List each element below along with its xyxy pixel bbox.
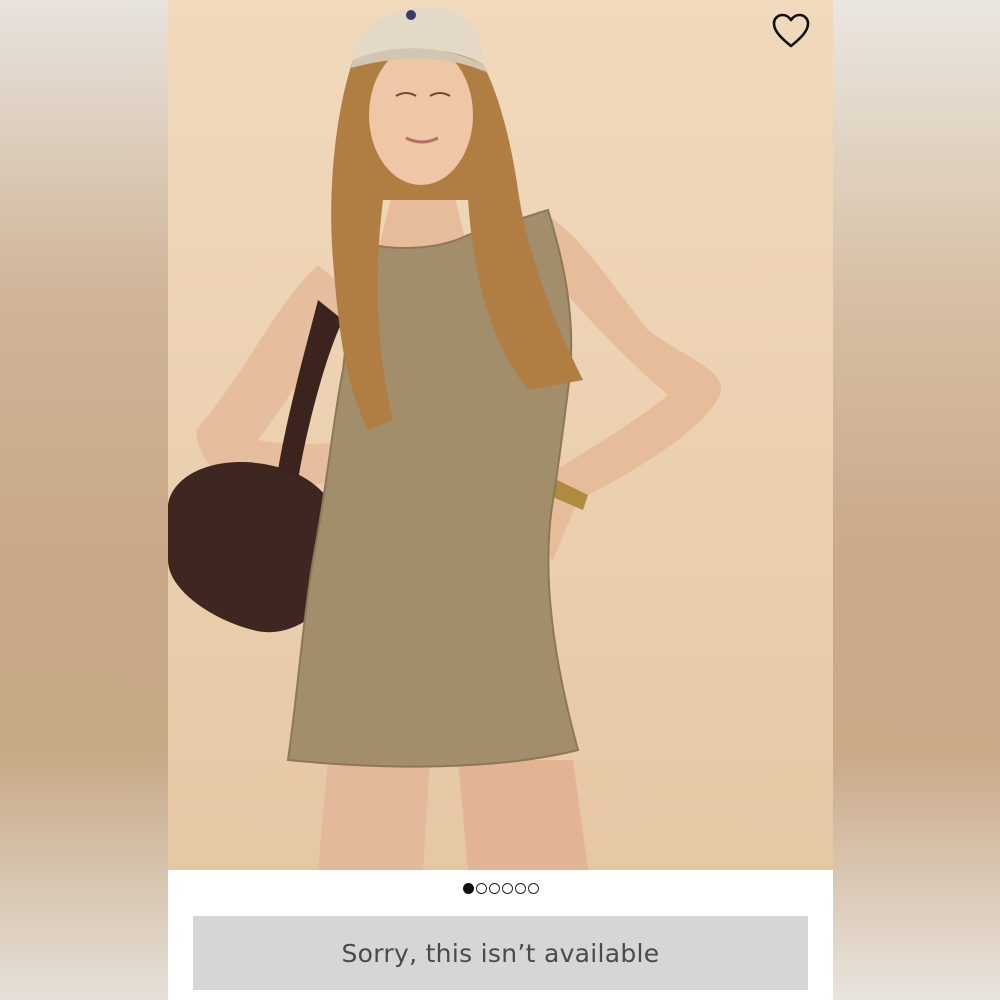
- favorite-button[interactable]: [771, 12, 811, 50]
- product-card: Sorry, this isn’t available: [168, 0, 833, 1000]
- carousel-dot-3[interactable]: [488, 882, 500, 894]
- carousel-indicator: [168, 880, 833, 896]
- product-photo-illustration: [168, 7, 722, 870]
- carousel-dot-6[interactable]: [527, 882, 539, 894]
- product-image[interactable]: [168, 0, 833, 870]
- blurred-backdrop-right: [832, 0, 1000, 1000]
- carousel-dot-1[interactable]: [462, 882, 474, 894]
- unavailable-button[interactable]: Sorry, this isn’t available: [193, 916, 808, 990]
- carousel-dot-5[interactable]: [514, 882, 526, 894]
- blurred-backdrop-left: [0, 0, 168, 1000]
- carousel-dot-2[interactable]: [475, 882, 487, 894]
- carousel-dot-4[interactable]: [501, 882, 513, 894]
- heart-outline-icon: [772, 13, 810, 48]
